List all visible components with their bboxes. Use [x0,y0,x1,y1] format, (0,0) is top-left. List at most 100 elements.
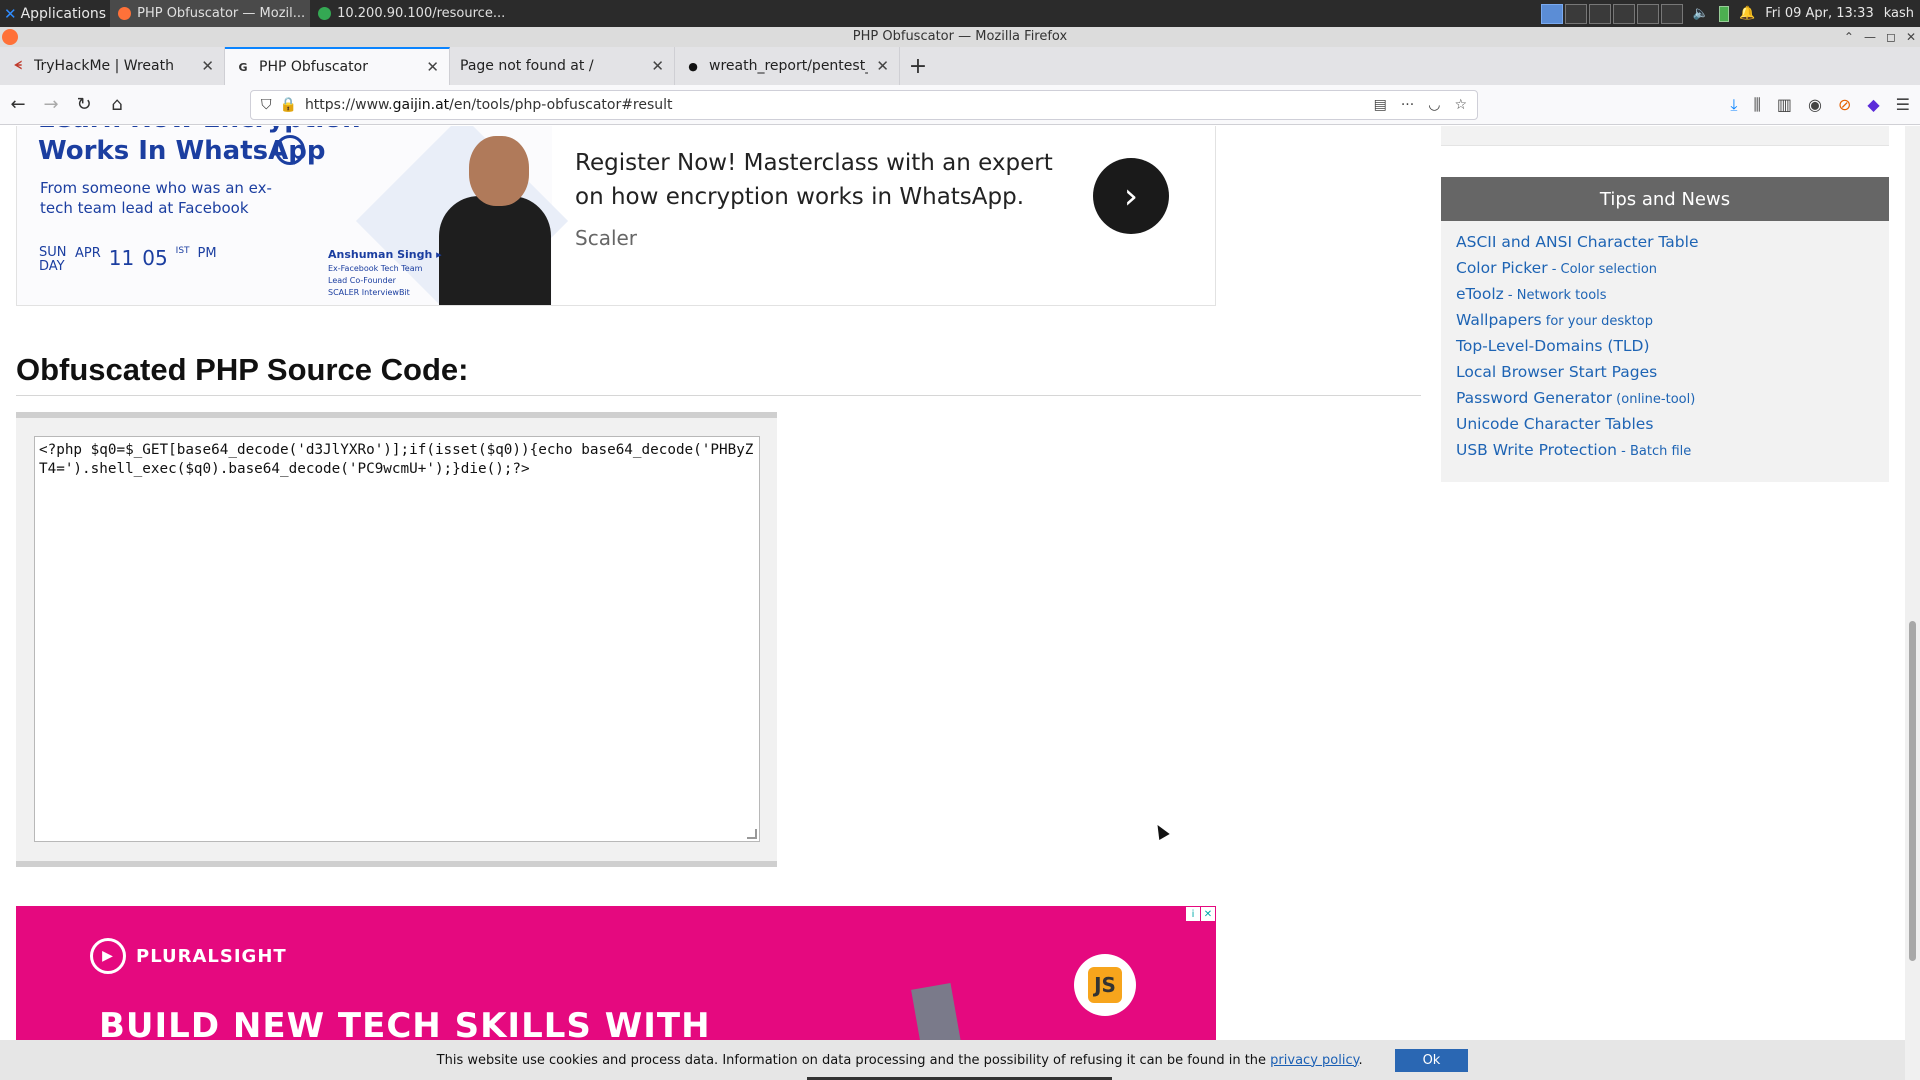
sidebar-link[interactable]: ASCII and ANSI Character Table [1456,233,1889,259]
ad-date: SUN DAY APR 11 05 IST PM [39,246,217,274]
home-button[interactable]: ⌂ [102,90,132,120]
close-tab-icon[interactable]: ✕ [426,58,439,76]
tab-label: PHP Obfuscator [259,59,368,75]
extension-icon[interactable]: ◆ [1867,95,1879,114]
play-icon: ▶ [90,938,126,974]
privacy-policy-link[interactable]: privacy policy [1270,1053,1358,1068]
sidebar-link[interactable]: USB Write Protection - Batch file [1456,441,1889,467]
close-tab-icon[interactable]: ✕ [651,57,664,75]
sidebar-icon[interactable]: ▥ [1777,95,1792,114]
pocket-icon[interactable]: ◡ [1428,97,1440,113]
maximize-icon[interactable]: ◻ [1886,27,1896,47]
sidebar-link[interactable]: Top-Level-Domains (TLD) [1456,337,1889,363]
obfuscated-code: <?php $q0=$_GET[base64_decode('d3JlYXRo'… [39,442,754,477]
chrome-icon [318,7,332,20]
reload-button[interactable]: ↻ [69,90,99,120]
link-text[interactable]: USB Write Protection [1456,441,1617,459]
tab-github[interactable]: ● wreath_report/pentest_r ✕ [675,47,900,85]
workspace-3[interactable] [1588,3,1611,24]
sidebar-link[interactable]: eToolz - Network tools [1456,285,1889,311]
thm-icon: ᗕ [14,59,22,72]
page-actions-icon[interactable]: ··· [1401,97,1414,113]
ad-info-icon[interactable]: i [1186,907,1200,921]
tab-page-not-found[interactable]: Page not found at / ✕ [450,47,675,85]
workspace-5[interactable] [1636,3,1659,24]
github-icon: ● [688,59,698,73]
link-subtext: - Network tools [1503,288,1607,303]
forward-button[interactable]: → [36,90,66,120]
obfuscated-code-textarea[interactable]: <?php $q0=$_GET[base64_decode('d3JlYXRo'… [34,436,760,842]
battery-icon[interactable] [1719,5,1730,22]
ad-headline-1: Learn How Encryption [38,126,361,134]
sidebar-link[interactable]: Wallpapers for your desktop [1456,311,1889,337]
link-text[interactable]: Wallpapers [1456,311,1542,329]
ad-month: APR [75,246,101,261]
link-text[interactable]: ASCII and ANSI Character Table [1456,233,1699,251]
reader-view-icon[interactable]: ▤ [1374,97,1387,113]
close-tab-icon[interactable]: ✕ [201,57,214,75]
link-text[interactable]: Local Browser Start Pages [1456,363,1657,381]
roll-up-icon[interactable]: ⌃ [1844,27,1854,47]
applications-menu[interactable]: ✕ Applications [0,0,110,27]
account-icon[interactable]: ◉ [1808,95,1822,114]
notification-icon[interactable]: 🔔 [1739,6,1755,21]
cookie-ok-button[interactable]: Ok [1394,1048,1469,1072]
link-subtext: - Color selection [1547,262,1658,277]
new-tab-button[interactable]: + [900,47,936,85]
sidebar-link[interactable]: Color Picker - Color selection [1456,259,1889,285]
whatsapp-icon [275,135,305,165]
cookie-text: This website use cookies and process dat… [437,1053,1363,1068]
bookmark-star-icon[interactable]: ☆ [1454,97,1467,113]
tab-php-obfuscator[interactable]: G PHP Obfuscator ✕ [225,47,450,85]
ad-brand[interactable]: Scaler [575,226,637,250]
ad-close-icon[interactable]: ✕ [1201,907,1215,921]
chevron-right-icon[interactable]: › [1093,158,1169,234]
link-text[interactable]: Color Picker [1456,259,1548,277]
taskbar-item-firefox[interactable]: PHP Obfuscator — Mozil... [110,0,311,27]
library-icon[interactable]: ⫼ [1753,95,1760,115]
page-scrollbar[interactable] [1905,126,1920,1080]
tab-tryhackme[interactable]: ᗕ TryHackMe | Wreath ✕ [0,47,225,85]
workspace-4[interactable] [1612,3,1635,24]
link-text[interactable]: Unicode Character Tables [1456,415,1653,433]
link-text[interactable]: Top-Level-Domains (TLD) [1456,337,1650,355]
lock-icon[interactable]: 🔒 [280,97,297,113]
sidebar-link[interactable]: Unicode Character Tables [1456,415,1889,441]
resize-grip-icon[interactable] [747,829,757,839]
user-name[interactable]: kash [1884,6,1914,21]
taskbar-label: 10.200.90.100/resource... [337,6,506,21]
xfce-icon: ✕ [4,4,17,23]
result-heading: Obfuscated PHP Source Code: [16,352,469,387]
menu-icon[interactable]: ☰ [1896,95,1910,114]
workspace-switcher[interactable] [1540,3,1683,24]
ad-date-number: 11 [108,246,135,270]
close-tab-icon[interactable]: ✕ [876,57,889,75]
url-bar[interactable]: ⛉ 🔒 https://www.gaijin.at/en/tools/php-o… [250,89,1478,120]
ad-banner-scaler[interactable]: Learn How Encryption Works In WhatsApp F… [16,126,1216,306]
ad-message[interactable]: Register Now! Masterclass with an expert… [575,146,1075,214]
cookie-punct: . [1358,1052,1363,1068]
sidebar-link[interactable]: Local Browser Start Pages [1456,363,1889,389]
scrollbar-thumb[interactable] [1909,621,1916,961]
workspace-6[interactable] [1660,3,1683,24]
workspace-2[interactable] [1564,3,1587,24]
workspace-1[interactable] [1540,3,1563,24]
close-window-icon[interactable]: ✕ [1906,27,1916,47]
sidebar-link[interactable]: Password Generator (online-tool) [1456,389,1889,415]
back-button[interactable]: ← [3,90,33,120]
url-text[interactable]: https://www.gaijin.at/en/tools/php-obfus… [305,97,1366,113]
volume-icon[interactable]: 🔈 [1693,6,1709,21]
sidebar-links: ASCII and ANSI Character Table Color Pic… [1441,221,1889,467]
taskbar-item-chrome[interactable]: 10.200.90.100/resource... [310,0,510,27]
link-text[interactable]: Password Generator [1456,389,1612,407]
ad-person-name: Anshuman Singh ▸ [328,248,442,261]
ad-choices[interactable]: i ✕ [1186,907,1215,921]
downloads-icon[interactable]: ⤓ [1730,95,1737,115]
link-text[interactable]: eToolz [1456,285,1504,303]
firefox-icon [118,7,132,20]
shield-icon[interactable]: ⛉ [261,97,272,113]
extension-block-icon[interactable]: ⊘ [1838,95,1851,114]
minimize-icon[interactable]: — [1864,27,1876,47]
ad-tz: IST [175,246,190,256]
clock[interactable]: Fri 09 Apr, 13:33 [1765,6,1874,21]
